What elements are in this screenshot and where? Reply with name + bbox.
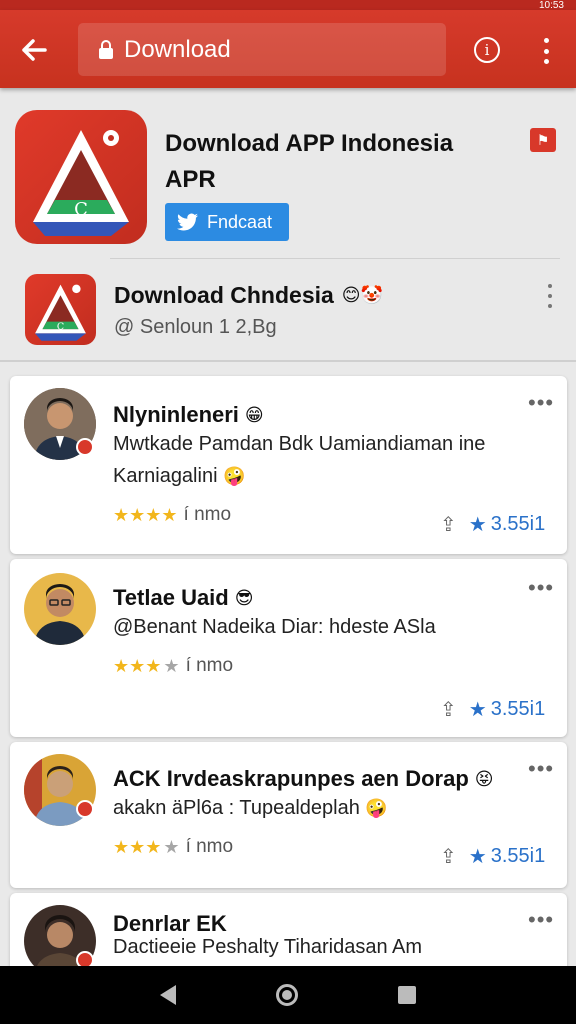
- status-time: 10:53: [538, 0, 564, 10]
- star-rating: ★★★★í nmo: [113, 655, 233, 677]
- share-button-label: Fndcaat: [207, 211, 273, 232]
- review-more-button[interactable]: •••: [528, 577, 554, 599]
- review-rating: ★ 3.55i1: [468, 513, 546, 536]
- status-bar: 10:53: [0, 0, 576, 10]
- review-card[interactable]: Nlyninleneri 😁 Mwtkade Pamdan Bdk Uamiand…: [10, 376, 567, 554]
- app-header: C Download APP Indonesia APR Fndcaat ⚑: [0, 88, 576, 258]
- nav-recents-icon[interactable]: [398, 986, 416, 1004]
- lock-icon: [99, 39, 113, 59]
- nav-home-icon[interactable]: [276, 984, 298, 1006]
- nav-back-icon[interactable]: [160, 985, 176, 1005]
- app-logo-icon: C: [33, 130, 129, 236]
- related-app-icon: C: [25, 274, 96, 345]
- svg-text:C: C: [57, 322, 64, 333]
- review-author: ACK Irvdeaskrapunpes aen Dorap 😝: [113, 766, 494, 791]
- emoji-icon: 😁: [244, 404, 264, 425]
- search-label: Download: [124, 35, 231, 63]
- app-icon[interactable]: C: [15, 110, 147, 244]
- review-more-button[interactable]: •••: [528, 909, 554, 931]
- review-more-button[interactable]: •••: [528, 392, 554, 414]
- flag-icon: ⚑: [536, 131, 550, 148]
- review-text: Dactieeie Peshalty Tiharidasan Am: [113, 936, 423, 958]
- review-text: Mwtkade Pamdan Bdk Uamiandiaman ine Karn…: [113, 433, 486, 487]
- star-icon: ★★★★: [113, 504, 178, 525]
- review-card[interactable]: ACK Irvdeaskrapunpes aen Dorap 😝 akakn äP…: [10, 742, 567, 888]
- review-author: Tetlae Uaid 😎: [113, 585, 254, 610]
- review-rating: ★ 3.55i1: [468, 698, 546, 721]
- review-meta: í nmo: [185, 655, 234, 676]
- review-card[interactable]: Tetlae Uaid 😎 @Benant Nadeika Diar: hdest…: [10, 559, 567, 737]
- flag-button[interactable]: ⚑: [530, 128, 556, 152]
- emoji-icon: 😝: [474, 768, 494, 789]
- badge-icon: [76, 438, 94, 456]
- star-rating: ★★★★í nmo: [113, 504, 231, 526]
- star-icon: ★: [468, 699, 487, 721]
- star-rating: ★★★★í nmo: [113, 836, 233, 858]
- review-actions: ⇪ ★ 3.55i1: [440, 844, 545, 869]
- avatar[interactable]: [24, 573, 96, 645]
- share-icon[interactable]: ⇪: [440, 844, 457, 869]
- share-icon[interactable]: ⇪: [440, 697, 457, 722]
- app-logo-icon: C: [35, 284, 86, 341]
- review-text: @Benant Nadeika Diar: hdeste ASla: [113, 616, 436, 638]
- info-button[interactable]: i: [474, 37, 500, 63]
- share-icon[interactable]: ⇪: [440, 512, 457, 537]
- share-button[interactable]: Fndcaat: [165, 203, 289, 241]
- related-app-title: Download Chndesia 😊🤡: [114, 282, 383, 308]
- emoji-icon: 😊🤡: [341, 285, 383, 305]
- review-actions: ⇪ ★ 3.55i1: [440, 697, 545, 722]
- related-app-subtitle: @ Senloun 1 2,Bg: [114, 316, 277, 338]
- search-bar[interactable]: Download: [78, 23, 446, 76]
- star-icon: ★★★: [113, 836, 162, 857]
- emoji-icon: 🤪: [365, 798, 388, 818]
- badge-icon: [76, 800, 94, 818]
- related-app-more-button[interactable]: [544, 284, 556, 308]
- back-arrow-icon: [22, 39, 47, 61]
- emoji-icon: 😎: [234, 587, 254, 608]
- review-meta: í nmo: [183, 504, 232, 525]
- svg-text:C: C: [74, 199, 88, 220]
- section-divider: [0, 360, 576, 362]
- review-actions: ⇪ ★ 3.55i1: [440, 512, 545, 537]
- person-avatar-icon: [24, 573, 96, 645]
- info-icon: i: [484, 41, 490, 59]
- review-more-button[interactable]: •••: [528, 758, 554, 780]
- related-app-row[interactable]: C Download Chndesia 😊🤡 @ Senloun 1 2,Bg: [0, 260, 576, 360]
- back-button[interactable]: [14, 32, 54, 68]
- review-text: akakn äPl6a : Tupealdeplah 🤪: [113, 797, 388, 819]
- star-icon: ★: [163, 836, 180, 857]
- emoji-icon: 🤪: [223, 466, 246, 486]
- star-icon: ★: [163, 655, 180, 676]
- review-rating: ★ 3.55i1: [468, 845, 546, 868]
- review-meta: í nmo: [185, 836, 234, 857]
- bird-icon: [177, 213, 198, 231]
- star-icon: ★: [468, 514, 487, 536]
- app-title: Download APP Indonesia APR: [165, 130, 454, 193]
- divider: [110, 258, 560, 259]
- star-icon: ★★★: [113, 655, 162, 676]
- system-nav-bar: [0, 966, 576, 1024]
- app-bar: Download i: [0, 10, 576, 88]
- star-icon: ★: [468, 846, 487, 868]
- review-author: Nlyninleneri 😁: [113, 402, 264, 427]
- overflow-menu-button[interactable]: [536, 34, 556, 68]
